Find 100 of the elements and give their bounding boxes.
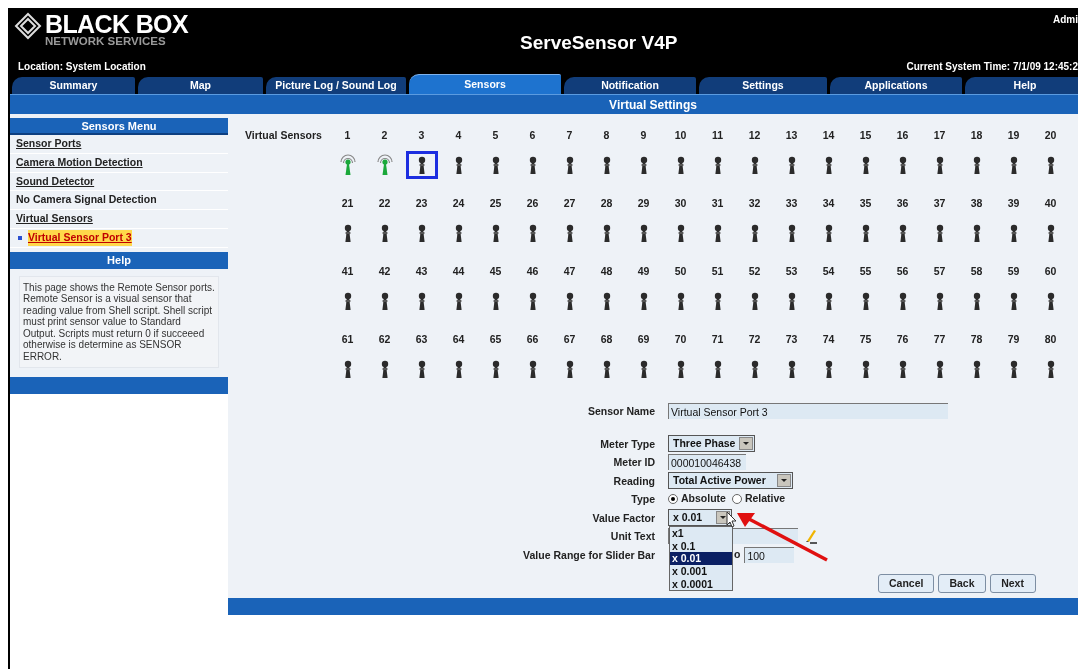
sensor-number: 13 (785, 128, 798, 142)
dropdown-option[interactable]: x 0.1 (670, 539, 732, 553)
nav-tab[interactable]: Sensors (409, 74, 561, 94)
text-field[interactable]: Virtual Sensor Port 3 (668, 403, 948, 420)
sensor-number: 42 (378, 264, 391, 278)
dropdown-option[interactable]: x 0.0001 (670, 577, 732, 591)
range-separator: o (734, 546, 741, 562)
sensor-number: 77 (933, 332, 946, 346)
form-button[interactable]: Cancel (878, 574, 935, 593)
sensor-number: 12 (748, 128, 761, 142)
select-field[interactable]: x 0.01 (668, 509, 732, 527)
menu-link[interactable]: No Camera Signal Detection (16, 192, 157, 209)
diamond-logo-icon (14, 12, 42, 40)
sensor-number: 70 (674, 332, 687, 346)
sensor-number: 67 (563, 332, 576, 346)
help-header: Help (10, 251, 228, 269)
sensor-number: 38 (970, 196, 983, 210)
sensor-number: 7 (566, 128, 573, 142)
form-button[interactable]: Next (989, 574, 1036, 593)
nav-tab[interactable]: Summary (12, 77, 135, 94)
menu-link[interactable]: Sound Detector (16, 173, 95, 190)
select-field[interactable]: Three Phase (668, 435, 755, 453)
brand-name: BLACK BOX (45, 12, 188, 36)
sensor-number: 44 (452, 264, 465, 278)
radio-button[interactable] (668, 494, 678, 505)
nav-tab[interactable]: Map (138, 77, 263, 94)
brand-subtitle: NETWORK SERVICES (45, 36, 167, 47)
sensor-number: 76 (896, 332, 909, 346)
field-label: Value Range for Slider Bar (522, 547, 655, 563)
sensor-number: 36 (896, 196, 909, 210)
sensor-number: 59 (1007, 264, 1020, 278)
nav-tab[interactable]: Applications (830, 77, 962, 94)
system-time: Current System Time: 7/1/09 12:45:2 (906, 61, 1078, 73)
nav-tab[interactable]: Settings (699, 77, 827, 94)
nav-tab[interactable]: Picture Log / Sound Log (266, 77, 406, 94)
caret-icon (720, 516, 726, 520)
sensor-number: 26 (526, 196, 539, 210)
sensor-number: 37 (933, 196, 946, 210)
radio-label: Absolute (681, 491, 726, 507)
nav-tab[interactable]: Help (965, 77, 1078, 94)
dropdown-option[interactable]: x1 (670, 527, 732, 540)
sensor-number: 23 (415, 196, 428, 210)
sensor-number: 28 (600, 196, 613, 210)
text-field[interactable]: 100 (744, 546, 795, 563)
sensor-number: 22 (378, 196, 391, 210)
sensor-number: 79 (1007, 332, 1020, 346)
radio-button[interactable] (731, 494, 742, 505)
sensor-number: 56 (896, 264, 909, 278)
menu-link[interactable]: Camera Motion Detection (16, 154, 143, 171)
sensor-number: 31 (711, 196, 724, 210)
sensor-number: 66 (526, 332, 539, 346)
user-label: Admi (1053, 13, 1078, 27)
sensor-number: 54 (822, 264, 835, 278)
menu-link[interactable]: Virtual Sensor Port 3 (28, 230, 132, 246)
text-field[interactable]: 000010046438 (668, 454, 746, 471)
caret-icon (743, 442, 749, 446)
menu-link[interactable]: Virtual Sensors (16, 211, 93, 227)
sensor-number: 74 (822, 332, 835, 346)
sensor-number: 24 (452, 196, 465, 210)
sensor-number: 9 (640, 128, 647, 142)
sensor-number: 78 (970, 332, 983, 346)
sensor-number: 17 (933, 128, 946, 142)
field-label: Meter ID (612, 455, 655, 470)
field-label: Unit Text (609, 529, 655, 544)
sensor-number: 30 (674, 196, 687, 210)
sensor-number: 61 (341, 332, 354, 346)
sensor-number: 18 (970, 128, 983, 142)
field-label: Meter Type (599, 436, 655, 452)
sensor-number: 4 (455, 128, 462, 142)
sensor-number: 11 (711, 128, 724, 142)
cursor-icon (724, 511, 738, 528)
sensor-number: 51 (711, 264, 724, 278)
sensor-number: 10 (674, 128, 687, 142)
sensor-number: 53 (785, 264, 798, 278)
dropdown-option[interactable]: x 0.01 (670, 552, 732, 566)
sensor-number: 2 (381, 128, 388, 142)
sensor-number: 5 (492, 128, 499, 142)
keyhole-icon[interactable] (405, 151, 438, 179)
sensor-number: 73 (785, 332, 798, 346)
sensor-number: 68 (600, 332, 613, 346)
menu-link[interactable]: Sensor Ports (16, 136, 82, 152)
sensor-number: 39 (1007, 196, 1020, 210)
sensor-number: 72 (748, 332, 761, 346)
sensor-number: 52 (748, 264, 761, 278)
sensor-number: 45 (489, 264, 502, 278)
nav-tab[interactable]: Notification (564, 77, 696, 94)
sensor-number: 46 (526, 264, 539, 278)
dropdown-option[interactable]: x 0.001 (670, 565, 732, 578)
sensor-number: 48 (600, 264, 613, 278)
sensor-number: 8 (603, 128, 610, 142)
sensor-number: 60 (1044, 264, 1057, 278)
sensor-number: 75 (859, 332, 872, 346)
bullet-icon (18, 235, 22, 240)
sensor-number: 63 (415, 332, 428, 346)
form-button[interactable]: Back (938, 574, 986, 593)
sensor-number: 16 (896, 128, 909, 142)
sensor-number: 27 (563, 196, 576, 210)
field-label: Value Factor (591, 510, 655, 526)
sensor-number: 1 (344, 128, 351, 142)
select-field[interactable]: Total Active Power (668, 472, 793, 490)
